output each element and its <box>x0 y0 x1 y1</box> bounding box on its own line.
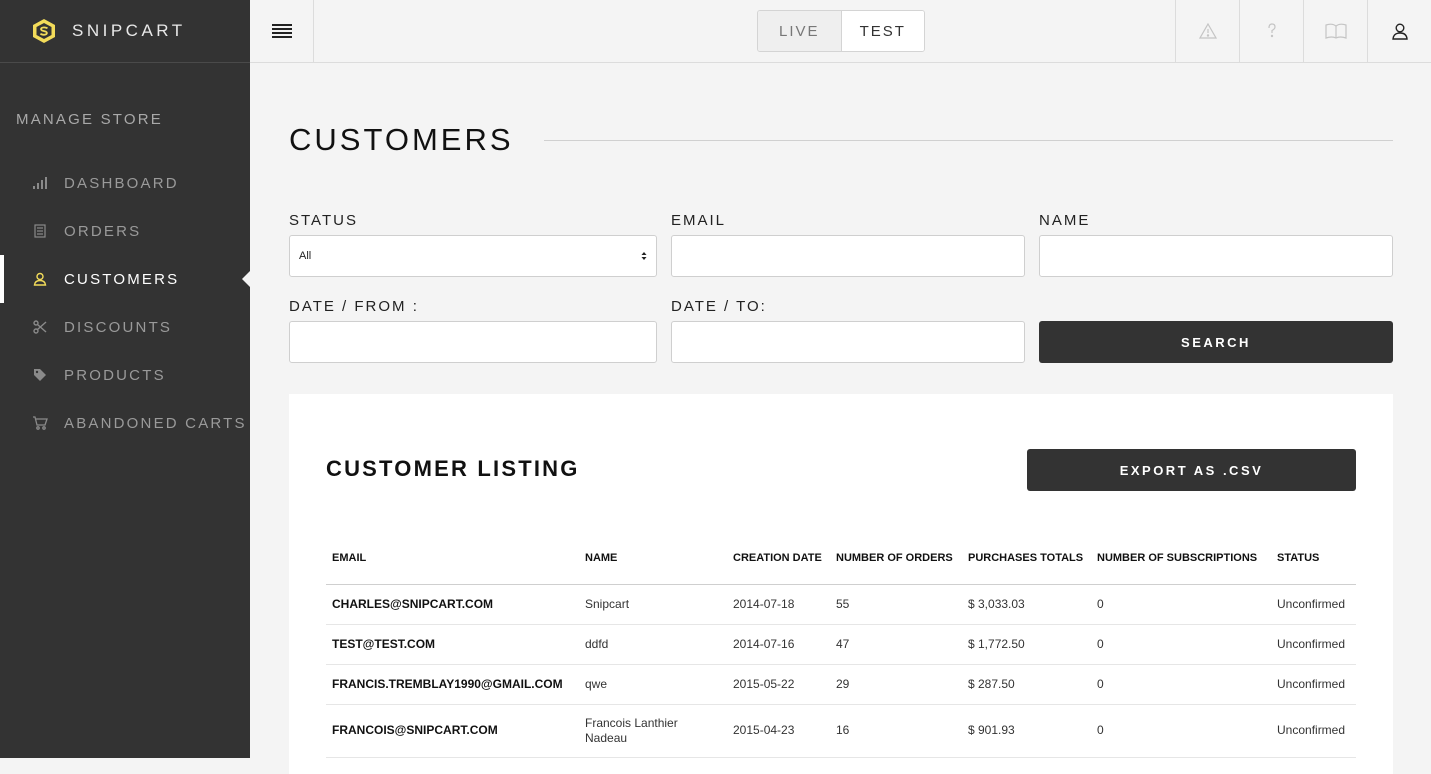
date-from-field[interactable] <box>289 321 657 363</box>
customers-table: EMAIL NAME CREATION DATE NUMBER OF ORDER… <box>326 534 1356 758</box>
customer-status: Unconfirmed <box>1271 584 1356 625</box>
sidebar-item-label: CUSTOMERS <box>64 270 180 288</box>
page-header: CUSTOMERS <box>289 122 1393 157</box>
sidebar-item-label: DASHBOARD <box>64 174 179 192</box>
book-icon <box>1324 23 1347 39</box>
environment-toggle: LIVE TEST <box>757 10 925 52</box>
customer-purchases-total: $ 1,772.50 <box>962 624 1091 665</box>
date-to-label: DATE / TO: <box>671 298 767 315</box>
help-icon <box>1267 23 1276 38</box>
sidebar-item-label: ORDERS <box>64 222 142 240</box>
customer-subscriptions-count: 0 <box>1091 584 1271 625</box>
sidebar-item-abandoned-carts[interactable]: ABANDONED CARTS <box>0 399 250 447</box>
table-header-row: EMAIL NAME CREATION DATE NUMBER OF ORDER… <box>326 534 1356 585</box>
date-to-field[interactable] <box>671 321 1025 363</box>
docs-button[interactable] <box>1303 0 1367 62</box>
sidebar-item-customers[interactable]: CUSTOMERS <box>0 255 250 303</box>
date-from-label: DATE / FROM : <box>289 298 419 315</box>
user-icon <box>32 271 48 287</box>
sidebar-item-products[interactable]: PRODUCTS <box>0 351 250 399</box>
brand[interactable]: SNIPCART <box>0 0 250 63</box>
status-label: STATUS <box>289 212 358 229</box>
account-button[interactable] <box>1367 0 1431 62</box>
sidebar-item-dashboard[interactable]: DASHBOARD <box>0 159 250 207</box>
email-field[interactable] <box>671 235 1025 277</box>
column-header-status[interactable]: STATUS <box>1271 534 1356 585</box>
customer-status: Unconfirmed <box>1271 704 1356 758</box>
sidebar-item-discounts[interactable]: DISCOUNTS <box>0 303 250 351</box>
customer-creation-date: 2014-07-18 <box>727 584 830 625</box>
warning-icon <box>1198 23 1217 39</box>
scissors-icon <box>32 319 48 335</box>
status-select[interactable]: All <box>289 235 657 277</box>
table-row[interactable]: FRANCOIS@SNIPCART.COM Francois Lanthier … <box>326 704 1356 758</box>
sidebar-item-label: DISCOUNTS <box>64 318 173 336</box>
name-field[interactable] <box>1039 235 1393 277</box>
select-arrows-icon <box>641 252 647 260</box>
page-title: CUSTOMERS <box>289 122 514 157</box>
title-divider <box>543 139 1393 141</box>
customer-subscriptions-count: 0 <box>1091 664 1271 705</box>
customer-email[interactable]: FRANCOIS@SNIPCART.COM <box>326 704 579 758</box>
customer-purchases-total: $ 287.50 <box>962 664 1091 705</box>
tag-icon <box>32 367 48 383</box>
account-icon <box>1391 23 1408 40</box>
bar-chart-icon <box>32 175 48 191</box>
topbar-icons <box>1175 0 1431 62</box>
hamburger-icon <box>271 24 292 38</box>
email-label: EMAIL <box>671 212 727 229</box>
column-header-email[interactable]: EMAIL <box>326 534 579 585</box>
customer-creation-date: 2015-04-23 <box>727 704 830 758</box>
env-test-button[interactable]: TEST <box>840 11 924 51</box>
help-button[interactable] <box>1239 0 1303 62</box>
customer-orders-count: 47 <box>830 624 962 665</box>
sidebar: SNIPCART MANAGE STORE DASHBOARD ORDERS C… <box>0 0 250 758</box>
snipcart-logo-icon <box>33 19 55 43</box>
table-row[interactable]: TEST@TEST.COM ddfd 2014-07-16 47 $ 1,772… <box>326 624 1356 665</box>
customer-subscriptions-count: 0 <box>1091 624 1271 665</box>
customer-name: ddfd <box>579 624 727 665</box>
customer-listing-title: CUSTOMER LISTING <box>326 456 580 481</box>
column-header-name[interactable]: NAME <box>579 534 727 585</box>
sidebar-section-title: MANAGE STORE <box>16 111 163 128</box>
table-row[interactable]: FRANCIS.TREMBLAY1990@GMAIL.COM qwe 2015-… <box>326 664 1356 705</box>
customer-purchases-total: $ 901.93 <box>962 704 1091 758</box>
customer-status: Unconfirmed <box>1271 624 1356 665</box>
alerts-button[interactable] <box>1175 0 1239 62</box>
export-csv-button[interactable]: EXPORT AS .CSV <box>1027 449 1356 491</box>
customer-email[interactable]: FRANCIS.TREMBLAY1990@GMAIL.COM <box>326 664 579 705</box>
sidebar-item-label: PRODUCTS <box>64 366 166 384</box>
customer-name: Snipcart <box>579 584 727 625</box>
customer-orders-count: 29 <box>830 664 962 705</box>
cart-icon <box>32 415 48 431</box>
customer-name: Francois Lanthier Nadeau <box>579 704 727 758</box>
sidebar-item-label: ABANDONED CARTS <box>64 414 247 432</box>
customer-email[interactable]: TEST@TEST.COM <box>326 624 579 665</box>
column-header-creation-date[interactable]: CREATION DATE <box>727 534 830 585</box>
customer-status: Unconfirmed <box>1271 664 1356 705</box>
table-row[interactable]: CHARLES@SNIPCART.COM Snipcart 2014-07-18… <box>326 584 1356 625</box>
customer-orders-count: 16 <box>830 704 962 758</box>
sidebar-nav: DASHBOARD ORDERS CUSTOMERS DISCOUNTS PRO… <box>0 159 250 447</box>
customer-subscriptions-count: 0 <box>1091 704 1271 758</box>
customer-name: qwe <box>579 664 727 705</box>
column-header-number-of-subscriptions[interactable]: NUMBER OF SUBSCRIPTIONS <box>1091 534 1271 585</box>
search-button[interactable]: SEARCH <box>1039 321 1393 363</box>
topbar: LIVE TEST <box>250 0 1431 63</box>
sidebar-item-orders[interactable]: ORDERS <box>0 207 250 255</box>
status-select-value: All <box>299 250 312 262</box>
menu-toggle-button[interactable] <box>250 0 314 62</box>
column-header-purchases-totals[interactable]: PURCHASES TOTALS <box>962 534 1091 585</box>
receipt-icon <box>32 223 48 239</box>
env-live-button[interactable]: LIVE <box>758 11 841 51</box>
brand-name: SNIPCART <box>72 21 186 40</box>
name-label: NAME <box>1039 212 1091 229</box>
customer-creation-date: 2014-07-16 <box>727 624 830 665</box>
customer-orders-count: 55 <box>830 584 962 625</box>
customer-email[interactable]: CHARLES@SNIPCART.COM <box>326 584 579 625</box>
customer-creation-date: 2015-05-22 <box>727 664 830 705</box>
customer-purchases-total: $ 3,033.03 <box>962 584 1091 625</box>
column-header-number-of-orders[interactable]: NUMBER OF ORDERS <box>830 534 962 585</box>
customer-listing-card: CUSTOMER LISTING EXPORT AS .CSV EMAIL NA… <box>289 394 1393 774</box>
